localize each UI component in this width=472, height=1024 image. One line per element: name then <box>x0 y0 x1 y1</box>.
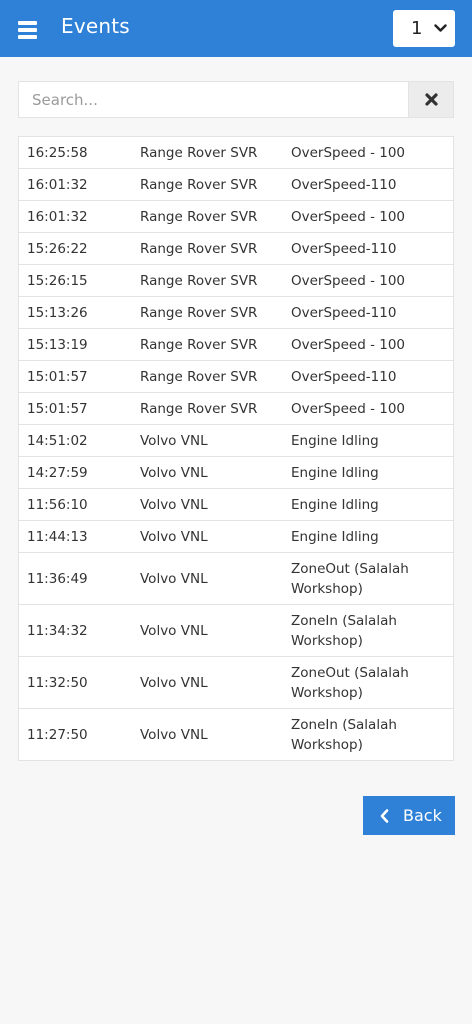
event-type: OverSpeed-110 <box>291 240 397 257</box>
table-row[interactable]: 14:51:02 Volvo VNL Engine Idling <box>19 425 453 457</box>
event-time: 16:25:58 <box>27 144 88 161</box>
table-row[interactable]: 15:01:57 Range Rover SVR OverSpeed - 100 <box>19 393 453 425</box>
event-time: 14:27:59 <box>27 464 88 481</box>
event-type: Engine Idling <box>291 432 379 449</box>
event-vehicle: Range Rover SVR <box>140 240 258 257</box>
hamburger-icon[interactable] <box>18 21 37 39</box>
search-bar <box>18 81 454 118</box>
event-type: Engine Idling <box>291 464 379 481</box>
event-vehicle: Volvo VNL <box>140 622 208 639</box>
page-select[interactable]: 1 <box>393 10 455 47</box>
page-title: Events <box>61 14 130 38</box>
event-type: OverSpeed-110 <box>291 304 397 321</box>
event-type: Engine Idling <box>291 528 379 545</box>
event-time: 11:34:32 <box>27 622 88 639</box>
chevron-down-icon <box>434 24 447 32</box>
app-header: Events 1 <box>0 0 472 57</box>
table-row[interactable]: 11:32:50 Volvo VNL ZoneOut (Salalah Worksh… <box>19 657 453 709</box>
event-time: 16:01:32 <box>27 208 88 225</box>
event-type: ZoneIn (Salalah Workshop) <box>291 612 397 649</box>
event-vehicle: Range Rover SVR <box>140 304 258 321</box>
event-time: 15:26:22 <box>27 240 88 257</box>
event-vehicle: Volvo VNL <box>140 674 208 691</box>
event-type: OverSpeed - 100 <box>291 144 406 161</box>
event-type: ZoneIn (Salalah Workshop) <box>291 716 397 753</box>
back-button-label: Back <box>403 806 442 825</box>
table-row[interactable]: 16:01:32 Range Rover SVR OverSpeed-110 <box>19 169 453 201</box>
event-type: ZoneOut (Salalah Workshop) <box>291 664 409 701</box>
table-row[interactable]: 14:27:59 Volvo VNL Engine Idling <box>19 457 453 489</box>
search-input[interactable] <box>19 82 410 117</box>
event-vehicle: Range Rover SVR <box>140 400 258 417</box>
event-time: 11:44:13 <box>27 528 88 545</box>
event-type: OverSpeed - 100 <box>291 400 406 417</box>
event-vehicle: Range Rover SVR <box>140 272 258 289</box>
table-row[interactable]: 15:01:57 Range Rover SVR OverSpeed-110 <box>19 361 453 393</box>
event-vehicle: Volvo VNL <box>140 464 208 481</box>
event-time: 15:26:15 <box>27 272 88 289</box>
event-type: OverSpeed - 100 <box>291 208 406 225</box>
event-time: 11:56:10 <box>27 496 88 513</box>
close-icon <box>424 93 438 106</box>
page-select-value: 1 <box>411 18 423 39</box>
event-time: 15:01:57 <box>27 400 88 417</box>
table-row[interactable]: 11:36:49 Volvo VNL ZoneOut (Salalah Worksh… <box>19 553 453 605</box>
event-vehicle: Volvo VNL <box>140 432 208 449</box>
table-row[interactable]: 16:25:58 Range Rover SVR OverSpeed - 100 <box>19 137 453 169</box>
event-time: 15:01:57 <box>27 368 88 385</box>
events-table: 16:25:58 Range Rover SVR OverSpeed - 100 16… <box>18 136 454 761</box>
table-row[interactable]: 11:34:32 Volvo VNL ZoneIn (Salalah Worksho… <box>19 605 453 657</box>
event-time: 14:51:02 <box>27 432 88 449</box>
event-type: OverSpeed - 100 <box>291 272 406 289</box>
event-vehicle: Range Rover SVR <box>140 336 258 353</box>
event-vehicle: Volvo VNL <box>140 570 208 587</box>
clear-search-button[interactable] <box>408 82 453 117</box>
table-row[interactable]: 11:56:10 Volvo VNL Engine Idling <box>19 489 453 521</box>
table-row[interactable]: 15:13:19 Range Rover SVR OverSpeed - 100 <box>19 329 453 361</box>
table-row[interactable]: 11:27:50 Volvo VNL ZoneIn (Salalah Worksho… <box>19 709 453 760</box>
table-row[interactable]: 11:44:13 Volvo VNL Engine Idling <box>19 521 453 553</box>
event-type: OverSpeed - 100 <box>291 336 406 353</box>
event-vehicle: Volvo VNL <box>140 496 208 513</box>
event-time: 16:01:32 <box>27 176 88 193</box>
event-vehicle: Range Rover SVR <box>140 208 258 225</box>
event-vehicle: Range Rover SVR <box>140 176 258 193</box>
event-time: 15:13:26 <box>27 304 88 321</box>
event-vehicle: Range Rover SVR <box>140 144 258 161</box>
table-row[interactable]: 15:26:15 Range Rover SVR OverSpeed - 100 <box>19 265 453 297</box>
event-time: 11:27:50 <box>27 726 88 743</box>
table-row[interactable]: 16:01:32 Range Rover SVR OverSpeed - 100 <box>19 201 453 233</box>
event-time: 11:32:50 <box>27 674 88 691</box>
event-time: 11:36:49 <box>27 570 88 587</box>
event-type: ZoneOut (Salalah Workshop) <box>291 560 409 597</box>
back-button[interactable]: Back <box>363 796 455 835</box>
event-time: 15:13:19 <box>27 336 88 353</box>
table-row[interactable]: 15:26:22 Range Rover SVR OverSpeed-110 <box>19 233 453 265</box>
event-vehicle: Volvo VNL <box>140 528 208 545</box>
event-type: OverSpeed-110 <box>291 176 397 193</box>
event-vehicle: Range Rover SVR <box>140 368 258 385</box>
event-type: OverSpeed-110 <box>291 368 397 385</box>
chevron-left-icon <box>380 808 389 823</box>
table-row[interactable]: 15:13:26 Range Rover SVR OverSpeed-110 <box>19 297 453 329</box>
event-type: Engine Idling <box>291 496 379 513</box>
event-vehicle: Volvo VNL <box>140 726 208 743</box>
